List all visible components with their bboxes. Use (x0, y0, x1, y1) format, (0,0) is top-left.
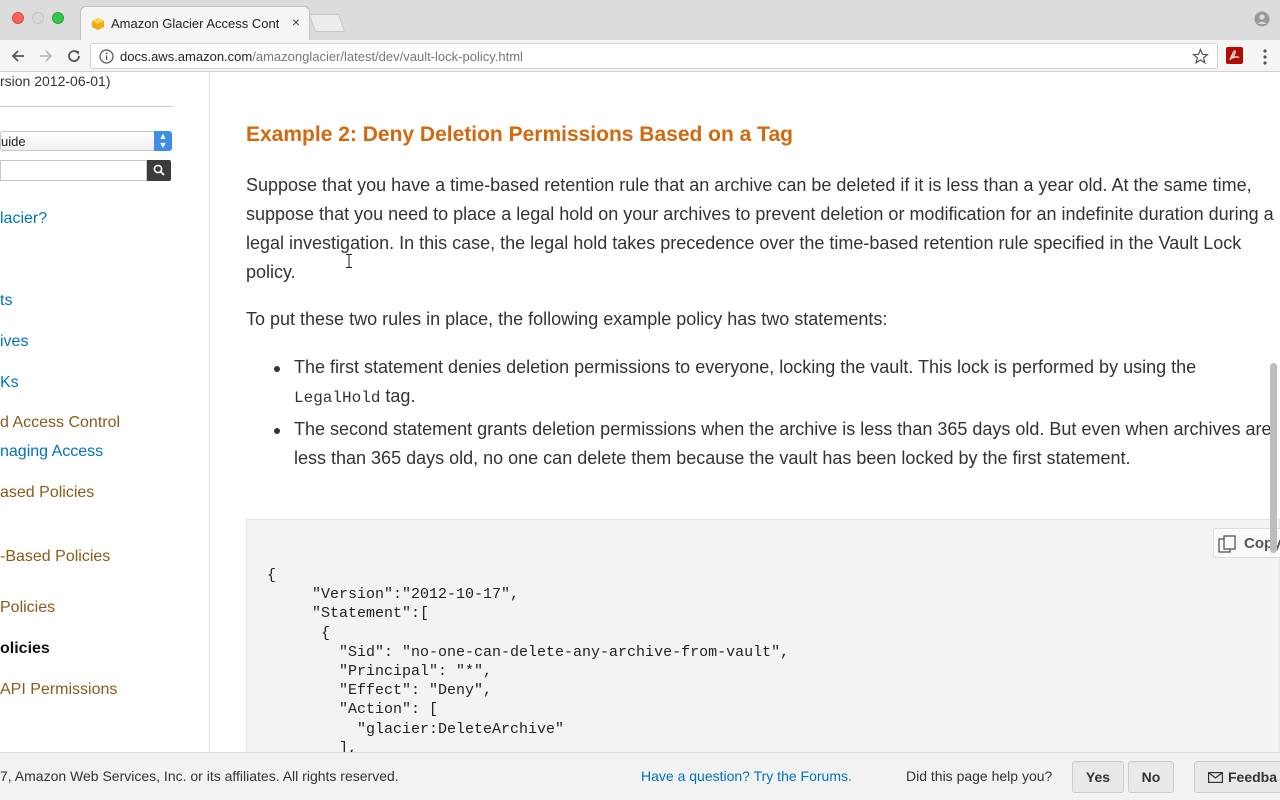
profile-icon[interactable] (1254, 11, 1270, 27)
search-icon (153, 164, 165, 176)
sidebar-item[interactable]: -Based Policies (0, 548, 110, 566)
copyright-text: 7, Amazon Web Services, Inc. or its affi… (0, 768, 399, 784)
left-navigation: rsion 2012-06-01) uide ▲ ▼ lacier? ts ives K… (0, 73, 210, 752)
page-footer: 7, Amazon Web Services, Inc. or its affi… (0, 752, 1280, 800)
sidebar-divider (0, 106, 173, 107)
sidebar-item[interactable]: Ks (0, 374, 19, 392)
select-arrows-icon: ▲ ▼ (154, 131, 172, 151)
doc-search-input[interactable] (0, 160, 147, 181)
intro-paragraph: Suppose that you have a time-based reten… (246, 175, 1274, 282)
search-button[interactable] (147, 160, 171, 181)
bookmark-star-icon[interactable] (1192, 48, 1209, 65)
minimize-window-button[interactable] (32, 12, 44, 24)
list-item: The second statement grants deletion per… (246, 415, 1276, 473)
address-bar[interactable]: docs.aws.amazon.com/amazonglacier/latest… (90, 43, 1218, 69)
aws-favicon-icon (92, 18, 104, 30)
feedback-label: Feedba (1228, 769, 1278, 785)
helpful-question: Did this page help you? (906, 768, 1053, 784)
forums-link[interactable]: Have a question? Try the Forums. (641, 768, 852, 784)
text-cursor-icon (346, 254, 352, 268)
no-button[interactable]: No (1128, 761, 1174, 793)
sidebar-item[interactable]: API Permissions (0, 681, 117, 699)
new-tab-button[interactable] (308, 14, 346, 32)
envelope-icon (1208, 772, 1223, 783)
zoom-window-button[interactable] (52, 12, 64, 24)
section-heading: Example 2: Deny Deletion Permissions Bas… (246, 123, 793, 146)
statement-list: The first statement denies deletion perm… (246, 353, 1276, 475)
url-text: docs.aws.amazon.com/amazonglacier/latest… (120, 49, 523, 64)
content-scrollbar[interactable] (1270, 363, 1277, 553)
sidebar-item[interactable]: lacier? (0, 210, 47, 228)
sidebar-item[interactable]: ts (0, 292, 12, 310)
bullet-text: The second statement grants deletion per… (294, 419, 1272, 468)
sidebar-item[interactable]: olicies (0, 640, 50, 658)
url-host: docs.aws.amazon.com (120, 49, 253, 64)
copy-icon (1218, 535, 1236, 553)
yes-button[interactable]: Yes (1072, 761, 1124, 793)
bullet-text: The first statement denies deletion perm… (294, 357, 1197, 377)
reload-icon[interactable] (64, 46, 84, 66)
browser-toolbar: docs.aws.amazon.com/amazonglacier/latest… (0, 40, 1280, 72)
url-path: /amazonglacier/latest/dev/vault-lock-pol… (252, 49, 523, 64)
acrobat-extension-icon[interactable] (1226, 47, 1243, 64)
browser-tab[interactable]: Amazon Glacier Access Contro × (80, 6, 310, 40)
sidebar-item[interactable]: d Access Control (0, 414, 120, 432)
tab-close-icon[interactable]: × (292, 14, 300, 30)
bullet-text-end: tag. (380, 386, 416, 406)
info-icon[interactable] (99, 49, 114, 64)
close-window-button[interactable] (12, 12, 24, 24)
code-block: Copy { "Version":"2012-10-17", "Statemen… (246, 519, 1280, 752)
sidebar-item[interactable]: naging Access (0, 443, 103, 461)
guide-select[interactable]: uide ▲ ▼ (0, 131, 172, 151)
list-item: The first statement denies deletion perm… (246, 353, 1276, 413)
statements-intro: To put these two rules in place, the fol… (246, 309, 888, 329)
feedback-button[interactable]: Feedba (1194, 761, 1280, 793)
browser-menu-icon[interactable] (1262, 48, 1268, 66)
back-arrow-icon[interactable] (8, 46, 28, 66)
main-content: Example 2: Deny Deletion Permissions Bas… (211, 73, 1280, 752)
browser-tab-strip: Amazon Glacier Access Contro × (0, 0, 1280, 40)
legalhold-code: LegalHold (294, 389, 381, 407)
sidebar-item[interactable]: ives (0, 333, 28, 351)
policy-json-code: { "Version":"2012-10-17", "Statement":[ … (267, 567, 790, 752)
forward-arrow-icon[interactable] (36, 46, 56, 66)
guide-select-value: uide (1, 134, 26, 149)
sidebar-item[interactable]: Policies (0, 599, 55, 617)
api-version-label: rsion 2012-06-01) (0, 73, 111, 89)
tab-title: Amazon Glacier Access Contro (111, 16, 279, 31)
sidebar-item[interactable]: ased Policies (0, 484, 94, 502)
